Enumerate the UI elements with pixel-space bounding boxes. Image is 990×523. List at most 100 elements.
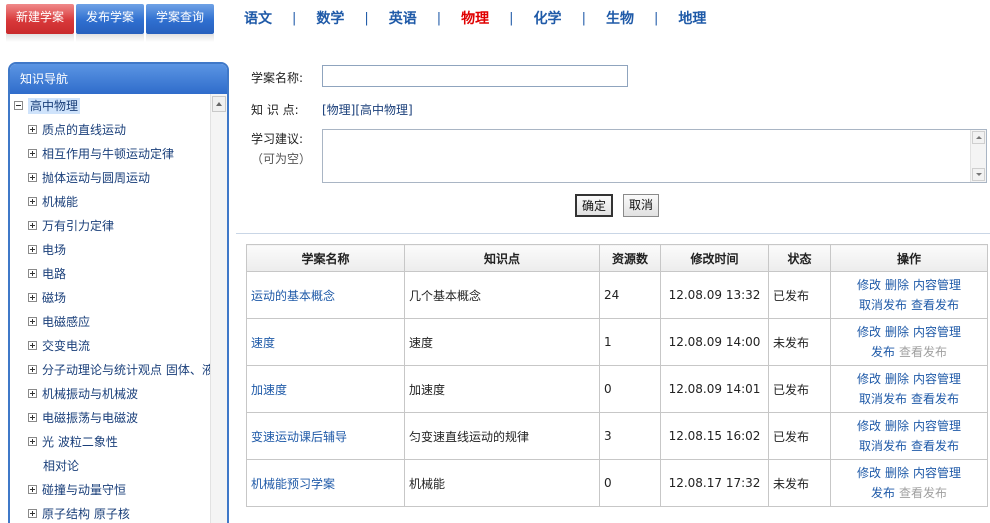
tree-item[interactable]: 质点的直线运动	[10, 118, 212, 142]
new-plan-button[interactable]: 新建学案	[6, 4, 74, 34]
row-action-link[interactable]: 删除	[885, 325, 909, 339]
scroll-up-arrow-icon[interactable]	[212, 96, 226, 112]
confirm-button[interactable]: 确定	[575, 194, 614, 217]
row-action-link[interactable]: 查看发布	[911, 392, 959, 406]
row-action-link[interactable]: 查看发布	[911, 439, 959, 453]
row-action-link[interactable]: 修改	[857, 466, 881, 480]
row-action-link[interactable]: 取消发布	[859, 298, 907, 312]
tree-item[interactable]: 抛体运动与圆周运动	[10, 166, 212, 190]
row-action-link[interactable]: 删除	[885, 466, 909, 480]
tree-item[interactable]: 原子结构 原子核	[10, 502, 212, 523]
row-action-link[interactable]: 删除	[885, 372, 909, 386]
expand-icon[interactable]	[28, 341, 37, 350]
expand-icon[interactable]	[28, 173, 37, 182]
advice-textarea[interactable]	[322, 129, 987, 183]
row-action-link[interactable]: 发布	[871, 486, 895, 500]
tree-item[interactable]: 交变电流	[10, 334, 212, 358]
row-action-link[interactable]: 删除	[885, 278, 909, 292]
row-action-link[interactable]: 删除	[885, 419, 909, 433]
row-action-link[interactable]: 内容管理	[913, 419, 961, 433]
tree-item-label[interactable]: 交变电流	[42, 339, 90, 353]
subject-tab[interactable]: 化学	[534, 8, 562, 28]
tree-item[interactable]: 电磁振荡与电磁波	[10, 406, 212, 430]
expand-icon[interactable]	[28, 125, 37, 134]
row-action-link[interactable]: 内容管理	[913, 278, 961, 292]
expand-icon[interactable]	[28, 437, 37, 446]
tree-root-label[interactable]: 高中物理	[28, 98, 81, 114]
cancel-button[interactable]: 取消	[623, 194, 660, 217]
row-action-link[interactable]: 修改	[857, 278, 881, 292]
row-action-link[interactable]: 内容管理	[913, 325, 961, 339]
tree-item-label[interactable]: 碰撞与动量守恒	[42, 483, 126, 497]
subject-tab[interactable]: 地理	[678, 8, 706, 28]
row-action-link[interactable]: 取消发布	[859, 439, 907, 453]
tree-item-label[interactable]: 电磁振荡与电磁波	[42, 411, 138, 425]
tree-item-label[interactable]: 万有引力定律	[42, 219, 114, 233]
row-action-link[interactable]: 取消发布	[859, 392, 907, 406]
subject-tab[interactable]: 数学	[316, 8, 344, 28]
tree-item[interactable]: 磁场	[10, 286, 212, 310]
subject-tab[interactable]: 英语	[389, 8, 417, 28]
tree-item[interactable]: 机械能	[10, 190, 212, 214]
expand-icon[interactable]	[28, 197, 37, 206]
plan-name-link[interactable]: 速度	[251, 336, 275, 350]
subject-tab[interactable]: 物理	[461, 8, 489, 28]
tree-item[interactable]: 电路	[10, 262, 212, 286]
row-action-link[interactable]: 内容管理	[913, 466, 961, 480]
plan-name-link[interactable]: 运动的基本概念	[251, 289, 335, 303]
tree-item[interactable]: 相对论	[10, 454, 212, 478]
tree-item[interactable]: 电磁感应	[10, 310, 212, 334]
tree-root[interactable]: 高中物理	[10, 94, 212, 118]
expand-icon[interactable]	[28, 509, 37, 518]
scroll-down-arrow-icon[interactable]	[972, 168, 985, 181]
plan-name-input[interactable]	[322, 65, 628, 87]
row-action-link[interactable]: 发布	[871, 345, 895, 359]
row-action-link[interactable]: 查看发布	[911, 298, 959, 312]
collapse-icon[interactable]	[14, 101, 23, 110]
expand-icon[interactable]	[28, 293, 37, 302]
tree-item[interactable]: 相互作用与牛顿运动定律	[10, 142, 212, 166]
expand-icon[interactable]	[28, 149, 37, 158]
publish-plan-button[interactable]: 发布学案	[76, 4, 144, 34]
expand-icon[interactable]	[28, 413, 37, 422]
expand-icon[interactable]	[28, 389, 37, 398]
tree-item-label[interactable]: 机械能	[42, 195, 78, 209]
subject-tab[interactable]: 生物	[606, 8, 634, 28]
row-action-link[interactable]: 修改	[857, 325, 881, 339]
tree-item-label[interactable]: 光 波粒二象性	[42, 435, 118, 449]
plan-name-link[interactable]: 加速度	[251, 383, 287, 397]
tree-item[interactable]: 机械振动与机械波	[10, 382, 212, 406]
tree-item-label[interactable]: 分子动理论与统计观点 固体、液	[42, 363, 212, 377]
subject-tab[interactable]: 语文	[244, 8, 272, 28]
tree-item-label[interactable]: 电场	[42, 243, 66, 257]
scroll-up-arrow-icon[interactable]	[972, 131, 985, 144]
tree-item[interactable]: 碰撞与动量守恒	[10, 478, 212, 502]
plan-name-link[interactable]: 机械能预习学案	[251, 477, 335, 491]
tree-item-label[interactable]: 电磁感应	[42, 315, 90, 329]
expand-icon[interactable]	[28, 221, 37, 230]
tree-scrollbar[interactable]	[210, 94, 227, 523]
row-action-link[interactable]: 内容管理	[913, 372, 961, 386]
tree-item-label[interactable]: 磁场	[42, 291, 66, 305]
plan-name-link[interactable]: 变速运动课后辅导	[251, 430, 347, 444]
expand-icon[interactable]	[28, 485, 37, 494]
tree-item[interactable]: 电场	[10, 238, 212, 262]
tree-item[interactable]: 光 波粒二象性	[10, 430, 212, 454]
query-plan-button[interactable]: 学案查询	[146, 4, 214, 34]
expand-icon[interactable]	[28, 269, 37, 278]
tree-item-label[interactable]: 机械振动与机械波	[42, 387, 138, 401]
expand-icon[interactable]	[28, 317, 37, 326]
tree-item-label[interactable]: 质点的直线运动	[42, 123, 126, 137]
advice-scrollbar[interactable]	[970, 130, 986, 182]
expand-icon[interactable]	[28, 365, 37, 374]
tree-item-label[interactable]: 相互作用与牛顿运动定律	[42, 147, 174, 161]
tree-item[interactable]: 分子动理论与统计观点 固体、液	[10, 358, 212, 382]
tree-item-label[interactable]: 抛体运动与圆周运动	[42, 171, 150, 185]
tree-item-label[interactable]: 相对论	[43, 459, 79, 473]
tree-item[interactable]: 万有引力定律	[10, 214, 212, 238]
tree-item-label[interactable]: 原子结构 原子核	[42, 507, 130, 521]
row-action-link[interactable]: 修改	[857, 419, 881, 433]
expand-icon[interactable]	[28, 245, 37, 254]
tree-item-label[interactable]: 电路	[42, 267, 66, 281]
row-action-link[interactable]: 修改	[857, 372, 881, 386]
